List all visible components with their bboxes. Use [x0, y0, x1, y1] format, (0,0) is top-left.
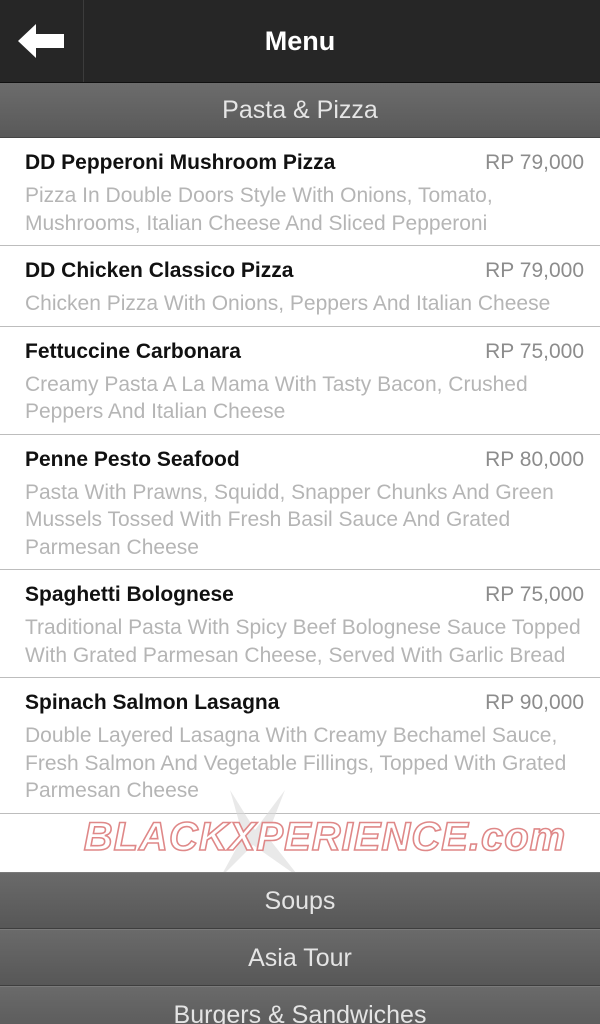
menu-item-price: RP 79,000 — [485, 151, 584, 174]
menu-item-price: RP 90,000 — [485, 691, 584, 714]
menu-item-description: Chicken Pizza With Onions, Peppers And I… — [25, 292, 551, 315]
page-title: Menu — [264, 26, 336, 56]
category-asia-tour[interactable]: Asia Tour — [0, 929, 600, 986]
menu-item-description: Double Layered Lasagna With Creamy Becha… — [25, 724, 567, 802]
menu-item-name: Spinach Salmon Lasagna — [25, 691, 280, 714]
menu-item[interactable]: Spaghetti Bolognese RP 75,000 Traditiona… — [0, 570, 600, 678]
menu-item[interactable]: DD Pepperoni Mushroom Pizza RP 79,000 Pi… — [0, 138, 600, 246]
category-burgers-sandwiches[interactable]: Burgers & Sandwiches — [0, 986, 600, 1024]
menu-item[interactable]: Spinach Salmon Lasagna RP 90,000 Double … — [0, 678, 600, 814]
back-button[interactable] — [0, 0, 84, 82]
menu-item-description: Traditional Pasta With Spicy Beef Bologn… — [25, 616, 581, 667]
section-header-pasta-pizza[interactable]: Pasta & Pizza — [0, 83, 600, 138]
menu-item-name: Spaghetti Bolognese — [25, 583, 234, 606]
menu-item-description: Pizza In Double Doors Style With Onions,… — [25, 184, 493, 235]
menu-item-price: RP 75,000 — [485, 339, 584, 363]
menu-item[interactable]: Fettuccine Carbonara RP 75,000 Creamy Pa… — [0, 327, 600, 435]
menu-item-name: DD Chicken Classico Pizza — [25, 259, 294, 282]
menu-item-name: DD Pepperoni Mushroom Pizza — [25, 151, 336, 174]
menu-item-price: RP 75,000 — [485, 583, 584, 606]
menu-item[interactable]: Penne Pesto Seafood RP 80,000 Pasta With… — [0, 435, 600, 570]
menu-item-name: Penne Pesto Seafood — [25, 447, 240, 471]
menu-item-price: RP 80,000 — [485, 447, 584, 471]
menu-item-name: Fettuccine Carbonara — [25, 339, 241, 363]
menu-item-description: Pasta With Prawns, Squidd, Snapper Chunk… — [25, 480, 554, 559]
menu-item-description: Creamy Pasta A La Mama With Tasty Bacon,… — [25, 372, 528, 424]
top-bar: Menu — [0, 0, 600, 83]
menu-item-price: RP 79,000 — [485, 259, 584, 282]
menu-item[interactable]: DD Chicken Classico Pizza RP 79,000 Chic… — [0, 246, 600, 327]
category-soups[interactable]: Soups — [0, 872, 600, 929]
menu-item-list[interactable]: DD Pepperoni Mushroom Pizza RP 79,000 Pi… — [0, 138, 600, 872]
arrow-left-icon — [17, 24, 64, 58]
